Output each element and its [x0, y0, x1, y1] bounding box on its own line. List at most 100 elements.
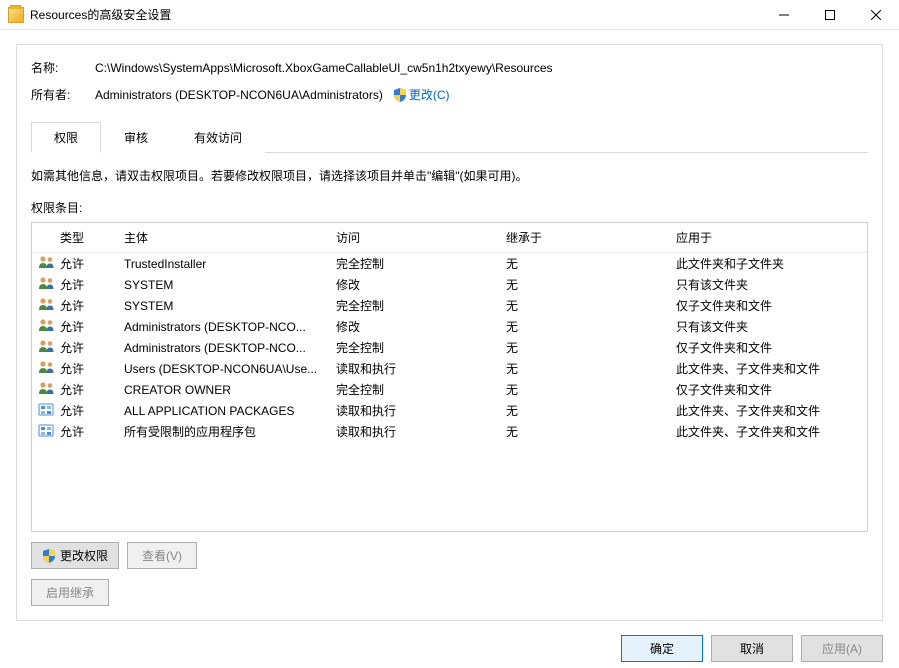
- folder-icon: [8, 7, 24, 23]
- cell-applies: 此文件夹、子文件夹和文件: [676, 423, 867, 440]
- maximize-button[interactable]: [807, 0, 853, 29]
- table-row[interactable]: 允许CREATOR OWNER完全控制无仅子文件夹和文件: [32, 379, 867, 400]
- cell-type: 允许: [60, 339, 124, 356]
- cell-applies: 仅子文件夹和文件: [676, 297, 867, 314]
- cell-principal: CREATOR OWNER: [124, 383, 336, 397]
- cell-inherited: 无: [506, 255, 676, 272]
- cell-inherited: 无: [506, 318, 676, 335]
- cell-access: 完全控制: [336, 297, 506, 314]
- inherit-row: 启用继承: [31, 579, 868, 606]
- cell-inherited: 无: [506, 360, 676, 377]
- titlebar: Resources的高级安全设置: [0, 0, 899, 30]
- cell-principal: Administrators (DESKTOP-NCO...: [124, 320, 336, 334]
- cell-type: 允许: [60, 318, 124, 335]
- name-row: 名称: C:\Windows\SystemApps\Microsoft.Xbox…: [31, 59, 868, 76]
- apply-button[interactable]: 应用(A): [801, 635, 883, 662]
- cell-principal: ALL APPLICATION PACKAGES: [124, 404, 336, 418]
- shield-icon: [42, 549, 56, 563]
- col-applies[interactable]: 应用于: [676, 229, 867, 246]
- cell-inherited: 无: [506, 276, 676, 293]
- col-inherited[interactable]: 继承于: [506, 229, 676, 246]
- window-title: Resources的高级安全设置: [30, 6, 761, 23]
- cell-applies: 此文件夹、子文件夹和文件: [676, 402, 867, 419]
- package-icon: [38, 402, 56, 416]
- tab-auditing[interactable]: 审核: [101, 122, 171, 153]
- cell-applies: 仅子文件夹和文件: [676, 381, 867, 398]
- cell-access: 读取和执行: [336, 423, 506, 440]
- cell-principal: Users (DESKTOP-NCON6UA\Use...: [124, 362, 336, 376]
- cell-inherited: 无: [506, 339, 676, 356]
- change-permissions-button[interactable]: 更改权限: [31, 542, 119, 569]
- cell-principal: SYSTEM: [124, 299, 336, 313]
- owner-value: Administrators (DESKTOP-NCON6UA\Administ…: [95, 88, 383, 102]
- tab-permissions[interactable]: 权限: [31, 122, 101, 153]
- cell-access: 读取和执行: [336, 360, 506, 377]
- enable-inheritance-button[interactable]: 启用继承: [31, 579, 109, 606]
- users-icon: [38, 255, 56, 269]
- table-row[interactable]: 允许Users (DESKTOP-NCON6UA\Use...读取和执行无此文件…: [32, 358, 867, 379]
- cell-inherited: 无: [506, 297, 676, 314]
- cell-principal: Administrators (DESKTOP-NCO...: [124, 341, 336, 355]
- table-row[interactable]: 允许TrustedInstaller完全控制无此文件夹和子文件夹: [32, 253, 867, 274]
- entries-label: 权限条目:: [31, 199, 868, 216]
- cell-principal: TrustedInstaller: [124, 257, 336, 271]
- users-icon: [38, 339, 56, 353]
- cell-applies: 只有该文件夹: [676, 276, 867, 293]
- cell-access: 完全控制: [336, 339, 506, 356]
- action-row: 更改权限 查看(V): [31, 542, 868, 569]
- table-row[interactable]: 允许SYSTEM修改无只有该文件夹: [32, 274, 867, 295]
- cell-type: 允许: [60, 297, 124, 314]
- cell-access: 修改: [336, 318, 506, 335]
- table-row[interactable]: 允许Administrators (DESKTOP-NCO...修改无只有该文件…: [32, 316, 867, 337]
- table-row[interactable]: 允许SYSTEM完全控制无仅子文件夹和文件: [32, 295, 867, 316]
- cell-principal: SYSTEM: [124, 278, 336, 292]
- cell-type: 允许: [60, 276, 124, 293]
- ok-button[interactable]: 确定: [621, 635, 703, 662]
- permissions-table: 类型 主体 访问 继承于 应用于 允许TrustedInstaller完全控制无…: [31, 222, 868, 532]
- change-permissions-label: 更改权限: [60, 547, 108, 564]
- table-row[interactable]: 允许Administrators (DESKTOP-NCO...完全控制无仅子文…: [32, 337, 867, 358]
- close-button[interactable]: [853, 0, 899, 29]
- cancel-button[interactable]: 取消: [711, 635, 793, 662]
- cell-inherited: 无: [506, 402, 676, 419]
- table-header: 类型 主体 访问 继承于 应用于: [32, 223, 867, 253]
- users-icon: [38, 360, 56, 374]
- cell-type: 允许: [60, 255, 124, 272]
- tab-content: 如需其他信息，请双击权限项目。若要修改权限项目，请选择该项目并单击"编辑"(如果…: [31, 153, 868, 606]
- dialog-footer: 确定 取消 应用(A): [16, 635, 883, 662]
- col-principal[interactable]: 主体: [124, 229, 336, 246]
- tab-effective-access[interactable]: 有效访问: [171, 122, 265, 153]
- cell-inherited: 无: [506, 423, 676, 440]
- cell-access: 修改: [336, 276, 506, 293]
- shield-icon: [393, 88, 407, 102]
- owner-row: 所有者: Administrators (DESKTOP-NCON6UA\Adm…: [31, 86, 868, 103]
- col-access[interactable]: 访问: [336, 229, 506, 246]
- cell-inherited: 无: [506, 381, 676, 398]
- cell-applies: 此文件夹、子文件夹和文件: [676, 360, 867, 377]
- cell-type: 允许: [60, 381, 124, 398]
- cell-applies: 仅子文件夹和文件: [676, 339, 867, 356]
- cell-principal: 所有受限制的应用程序包: [124, 423, 336, 440]
- cell-applies: 此文件夹和子文件夹: [676, 255, 867, 272]
- owner-label: 所有者:: [31, 86, 95, 103]
- tabs: 权限 审核 有效访问: [31, 121, 868, 153]
- view-button[interactable]: 查看(V): [127, 542, 197, 569]
- window-controls: [761, 0, 899, 29]
- name-value: C:\Windows\SystemApps\Microsoft.XboxGame…: [95, 61, 553, 75]
- change-owner-link[interactable]: 更改(C): [409, 86, 450, 103]
- cell-type: 允许: [60, 402, 124, 419]
- dialog-body: 名称: C:\Windows\SystemApps\Microsoft.Xbox…: [0, 30, 899, 668]
- users-icon: [38, 381, 56, 395]
- table-row[interactable]: 允许所有受限制的应用程序包读取和执行无此文件夹、子文件夹和文件: [32, 421, 867, 442]
- cell-type: 允许: [60, 360, 124, 377]
- main-panel: 名称: C:\Windows\SystemApps\Microsoft.Xbox…: [16, 44, 883, 621]
- help-text: 如需其他信息，请双击权限项目。若要修改权限项目，请选择该项目并单击"编辑"(如果…: [31, 167, 868, 185]
- col-type[interactable]: 类型: [60, 229, 124, 246]
- minimize-button[interactable]: [761, 0, 807, 29]
- package-icon: [38, 423, 56, 437]
- cell-access: 完全控制: [336, 381, 506, 398]
- cell-access: 完全控制: [336, 255, 506, 272]
- users-icon: [38, 297, 56, 311]
- table-row[interactable]: 允许ALL APPLICATION PACKAGES读取和执行无此文件夹、子文件…: [32, 400, 867, 421]
- users-icon: [38, 276, 56, 290]
